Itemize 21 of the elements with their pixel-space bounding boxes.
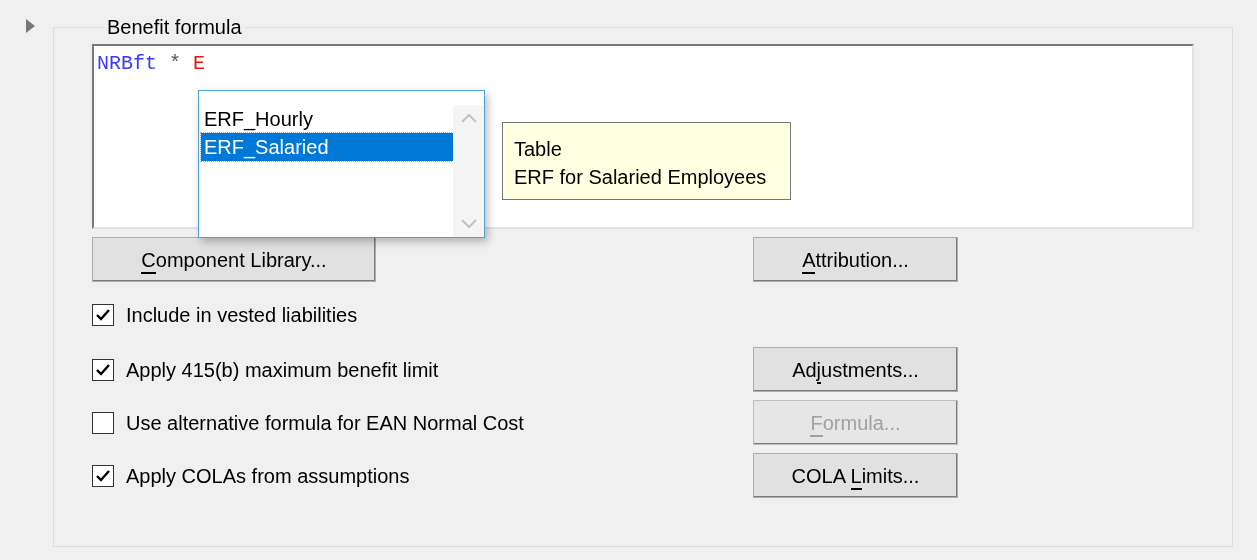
dialog-button[interactable]: Attribution... xyxy=(753,237,958,282)
component-library-button[interactable]: Component Library... xyxy=(92,237,376,282)
group-title: Benefit formula xyxy=(106,15,243,40)
dialog-button[interactable]: COLA Limits... xyxy=(753,453,958,498)
checkbox-label: Use alternative formula for EAN Normal Cost xyxy=(126,410,524,436)
checkbox[interactable] xyxy=(92,464,114,487)
formula-token: * xyxy=(169,54,182,74)
checkbox[interactable] xyxy=(92,411,114,434)
checkbox-label: Apply COLAs from assumptions xyxy=(126,463,410,489)
formula-token: E xyxy=(193,54,206,74)
checkbox-label: Include in vested liabilities xyxy=(126,302,358,328)
checkbox-label: Apply 415(b) maximum benefit limit xyxy=(126,357,439,383)
list-item[interactable]: ERF_Salaried xyxy=(201,133,453,161)
checkbox[interactable] xyxy=(92,358,114,381)
tooltip-text: Table xyxy=(514,137,563,162)
list-item[interactable]: ERF_Hourly xyxy=(201,105,453,133)
expand-arrow-icon[interactable] xyxy=(24,18,36,34)
tooltip-text: ERF for Salaried Employees xyxy=(514,165,768,190)
dialog-button[interactable]: Adjustments... xyxy=(753,347,958,392)
formula-token: NRBft xyxy=(97,54,157,74)
checkbox[interactable] xyxy=(92,303,114,326)
